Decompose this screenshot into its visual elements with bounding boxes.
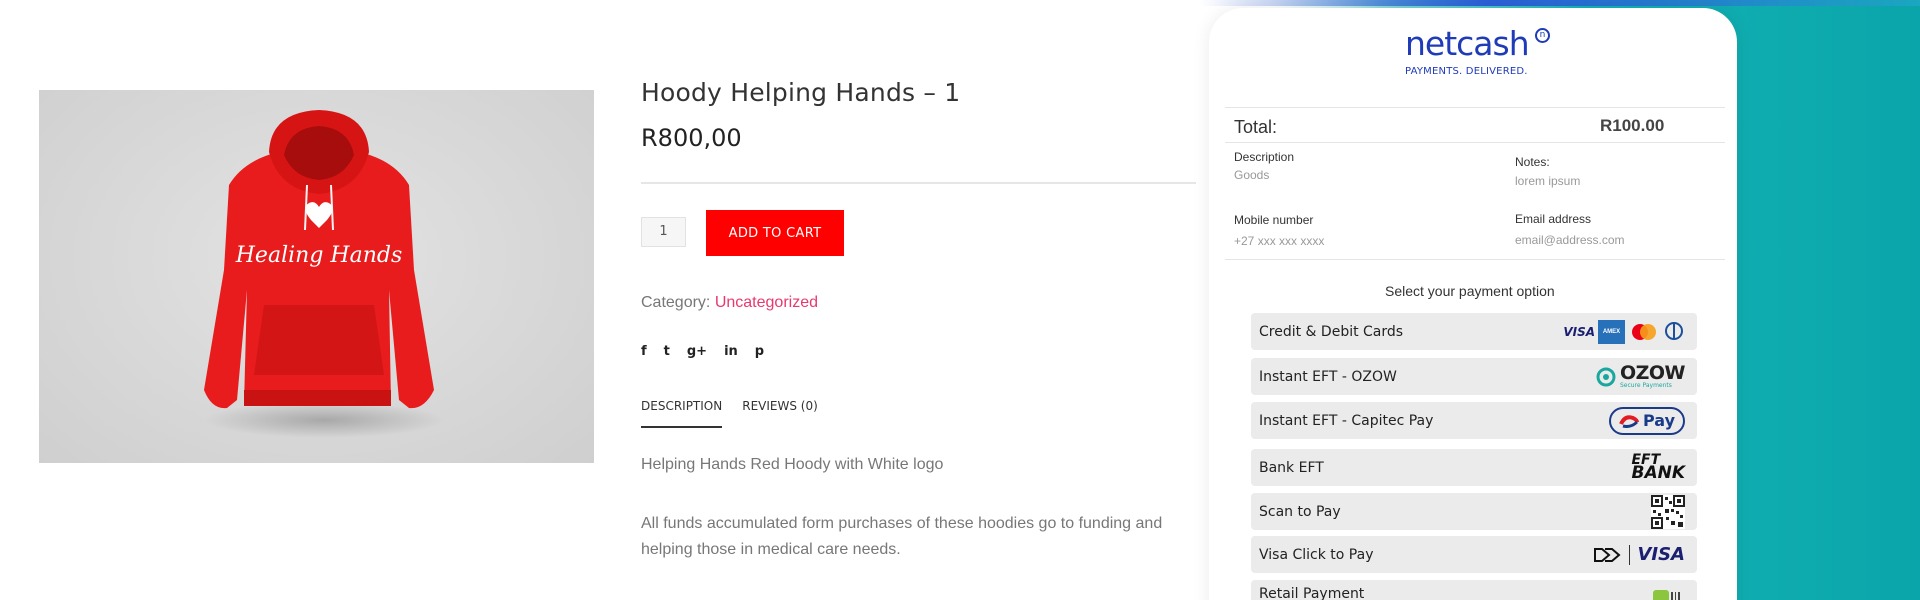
capitec-pay-icon: Pay bbox=[1608, 406, 1685, 435]
twitter-icon[interactable]: t bbox=[664, 344, 670, 359]
hoodie-print-text: Healing Hands bbox=[235, 243, 402, 268]
notes-label: Notes: bbox=[1515, 155, 1550, 169]
hoodie-illustration: Healing Hands bbox=[204, 110, 444, 438]
ozow-swirl-icon bbox=[1596, 367, 1616, 386]
tab-description[interactable]: DESCRIPTION bbox=[641, 399, 723, 428]
netcash-tagline: PAYMENTS. DELIVERED. bbox=[1405, 66, 1528, 77]
divider bbox=[1225, 259, 1725, 260]
category-link[interactable]: Uncategorized bbox=[715, 294, 818, 311]
divider bbox=[1225, 107, 1725, 108]
payment-option-visa-click-to-pay[interactable]: Visa Click to Pay VISA bbox=[1251, 536, 1697, 573]
facebook-icon[interactable]: f bbox=[641, 344, 647, 359]
capitec-pay-text: Pay bbox=[1642, 411, 1675, 430]
netcash-logo: netcash bbox=[1405, 24, 1530, 63]
option-label: Bank EFT bbox=[1259, 459, 1324, 476]
option-label: Scan to Pay bbox=[1259, 503, 1341, 520]
capitec-swoosh-icon bbox=[1619, 414, 1639, 428]
payment-option-cards[interactable]: Credit & Debit Cards VISA AMEX bbox=[1251, 313, 1697, 350]
top-accent-line bbox=[1200, 0, 1920, 6]
option-label: Retail Payment bbox=[1259, 585, 1365, 600]
payment-option-scan-to-pay[interactable]: Scan to Pay bbox=[1251, 493, 1697, 530]
option-label: Credit & Debit Cards bbox=[1259, 323, 1404, 340]
visa-icon: VISA bbox=[1563, 324, 1595, 339]
eft-bank-icon: EFT BANK bbox=[1631, 453, 1685, 482]
option-label: Instant EFT - OZOW bbox=[1259, 368, 1397, 385]
option-label: Instant EFT - Capitec Pay bbox=[1259, 412, 1434, 429]
product-price: R800,00 bbox=[641, 124, 742, 152]
pinterest-icon[interactable]: p bbox=[755, 344, 764, 359]
description-value: Goods bbox=[1234, 168, 1270, 182]
description-paragraph-2: All funds accumulated form purchases of … bbox=[641, 515, 1163, 558]
category-label: Category: bbox=[641, 294, 711, 311]
payment-option-ozow[interactable]: Instant EFT - OZOW OZOW Secure Payments bbox=[1251, 358, 1697, 395]
divider bbox=[1225, 142, 1725, 143]
product-tabs: DESCRIPTION REVIEWS (0) bbox=[641, 399, 818, 428]
product-title: Hoody Helping Hands – 1 bbox=[641, 78, 961, 107]
product-category: Category: Uncategorized bbox=[641, 294, 818, 312]
bank-text: BANK bbox=[1631, 463, 1685, 484]
retail-payment-icon bbox=[1651, 584, 1685, 600]
payment-option-retail[interactable]: Retail Payment bbox=[1251, 580, 1697, 600]
ozow-logo-subtext: Secure Payments bbox=[1619, 382, 1672, 389]
payment-option-capitec-pay[interactable]: Instant EFT - Capitec Pay Pay bbox=[1251, 402, 1697, 439]
mastercard-icon bbox=[1632, 323, 1656, 340]
netcash-logo-mark-icon: n bbox=[1535, 28, 1550, 43]
diners-club-icon bbox=[1665, 321, 1683, 340]
ozow-logo-text: OZOW bbox=[1619, 362, 1686, 384]
email-field[interactable]: email@address.com bbox=[1515, 233, 1625, 247]
mobile-field[interactable]: +27 xxx xxx xxxx bbox=[1234, 234, 1324, 248]
payment-option-bank-eft[interactable]: Bank EFT EFT BANK bbox=[1251, 449, 1697, 486]
card-logos-icon: VISA AMEX bbox=[1563, 317, 1685, 346]
google-plus-icon[interactable]: g+ bbox=[687, 344, 707, 359]
visa-click-to-pay-icon: VISA bbox=[1592, 540, 1685, 569]
linkedin-icon[interactable]: in bbox=[724, 344, 738, 359]
description-label: Description bbox=[1234, 150, 1295, 164]
notes-value: lorem ipsum bbox=[1515, 174, 1581, 188]
description-paragraph-1: Helping Hands Red Hoody with White logo bbox=[641, 456, 944, 473]
amex-icon: AMEX bbox=[1598, 319, 1625, 344]
share-icons: f t g+ in p bbox=[641, 342, 764, 360]
total-label: Total: bbox=[1234, 117, 1278, 137]
product-image[interactable]: Healing Hands bbox=[39, 90, 594, 463]
select-payment-title: Select your payment option bbox=[1385, 283, 1555, 299]
tab-reviews[interactable]: REVIEWS (0) bbox=[742, 399, 818, 428]
quantity-input[interactable]: 1 bbox=[641, 217, 686, 247]
add-to-cart-button[interactable]: ADD TO CART bbox=[706, 210, 844, 256]
mobile-label: Mobile number bbox=[1234, 213, 1314, 227]
email-label: Email address bbox=[1515, 212, 1592, 226]
total-value: R100.00 bbox=[1600, 116, 1665, 135]
visa-text: VISA bbox=[1637, 544, 1685, 565]
qr-code-icon bbox=[1651, 494, 1685, 529]
click-to-pay-arrows-icon bbox=[1594, 547, 1622, 562]
ozow-logo-icon: OZOW Secure Payments bbox=[1595, 362, 1686, 391]
option-label: Visa Click to Pay bbox=[1259, 546, 1374, 563]
divider bbox=[641, 182, 1196, 184]
